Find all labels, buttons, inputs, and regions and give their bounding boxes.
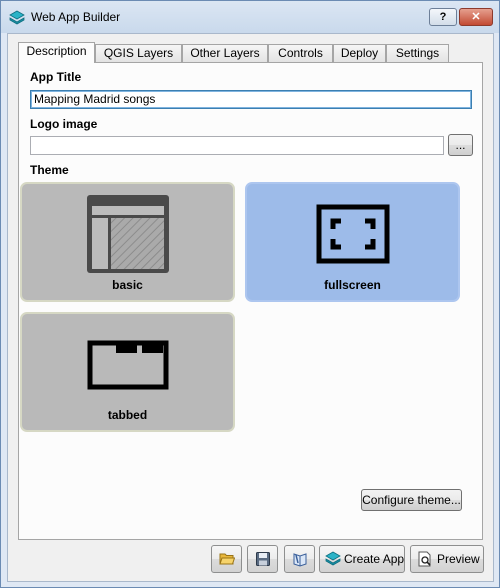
window-title: Web App Builder: [31, 10, 121, 24]
help-docs-button[interactable]: [284, 545, 315, 573]
tab-other-layers[interactable]: Other Layers: [182, 44, 268, 62]
close-button[interactable]: ✕: [459, 8, 493, 26]
theme-label: Theme: [30, 163, 69, 177]
preview-button[interactable]: Preview: [410, 545, 484, 573]
theme-card-fullscreen[interactable]: fullscreen: [245, 182, 460, 302]
tab-controls[interactable]: Controls: [268, 44, 333, 62]
app-logo-icon: [9, 10, 25, 25]
logo-image-label: Logo image: [30, 117, 98, 131]
app-title-label: App Title: [30, 70, 82, 84]
app-title-input[interactable]: Mapping Madrid songs: [30, 90, 472, 109]
help-button[interactable]: ?: [429, 8, 457, 26]
create-app-icon: [325, 551, 341, 566]
magnifier-page-icon: [418, 551, 431, 567]
tab-qgis-layers[interactable]: QGIS Layers: [95, 44, 182, 62]
create-app-button[interactable]: Create App: [319, 545, 405, 573]
theme-card-tabbed[interactable]: tabbed: [20, 312, 235, 432]
tab-deploy[interactable]: Deploy: [333, 44, 386, 62]
tab-settings[interactable]: Settings: [386, 44, 449, 62]
preview-label: Preview: [437, 552, 480, 566]
theme-name-basic: basic: [112, 278, 143, 292]
dialog-body: Description QGIS Layers Other Layers Con…: [7, 33, 494, 582]
save-button[interactable]: [247, 545, 278, 573]
create-app-label: Create App: [344, 552, 405, 566]
browse-logo-button[interactable]: ...: [448, 134, 473, 156]
configure-theme-button[interactable]: Configure theme...: [361, 489, 462, 511]
theme-name-fullscreen: fullscreen: [324, 278, 381, 292]
app-window: Web App Builder ? ✕ Description QGIS Lay…: [0, 0, 500, 588]
theme-name-tabbed: tabbed: [107, 408, 148, 422]
floppy-disk-icon: [256, 552, 270, 566]
description-panel: App Title Mapping Madrid songs Logo imag…: [18, 62, 483, 540]
title-bar[interactable]: Web App Builder ? ✕: [1, 1, 499, 33]
logo-image-input[interactable]: [30, 136, 444, 155]
theme-card-basic[interactable]: basic: [20, 182, 235, 302]
book-icon: [293, 553, 307, 567]
open-button[interactable]: [211, 545, 242, 573]
tab-description[interactable]: Description: [18, 42, 95, 63]
folder-icon: [219, 553, 235, 565]
